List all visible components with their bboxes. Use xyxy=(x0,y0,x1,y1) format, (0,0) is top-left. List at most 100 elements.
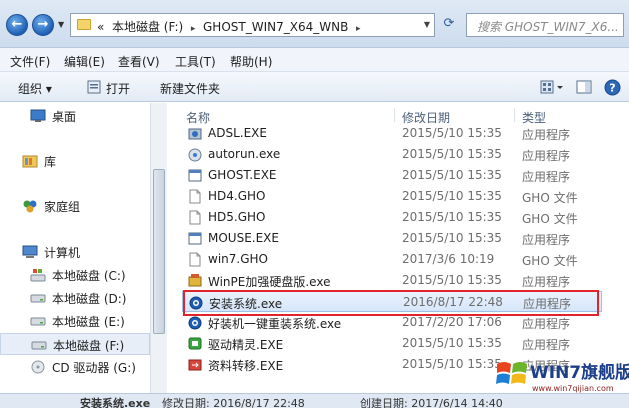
address-dropdown-icon[interactable]: ▼ xyxy=(424,20,430,29)
file-date: 2015/5/10 15:35 xyxy=(402,357,502,371)
preview-pane-icon[interactable] xyxy=(576,79,592,95)
file-type: 应用程序 xyxy=(522,275,571,289)
address-bar[interactable]: « 本地磁盘 (F:) ▸ GHOST_WIN7_X64_WNB ▸ ▼ xyxy=(70,13,435,37)
file-name: 驱动精灵.EXE xyxy=(208,338,284,352)
file-name: HD4.GHO xyxy=(208,189,266,203)
view-options-icon[interactable] xyxy=(540,79,566,95)
file-name: WinPE加强硬盘版.exe xyxy=(208,275,331,289)
sidebar-item-desktop[interactable]: 桌面 xyxy=(0,105,150,127)
file-type: GHO 文件 xyxy=(522,191,578,205)
column-divider[interactable] xyxy=(514,108,515,122)
hard-drive-icon xyxy=(30,294,46,303)
breadcrumb-current-folder[interactable]: GHOST_WIN7_X64_WNB xyxy=(203,20,348,34)
recent-pages-dropdown-icon[interactable]: ▼ xyxy=(58,20,64,29)
forward-button[interactable]: → xyxy=(32,14,54,36)
cd-drive-icon xyxy=(31,360,45,374)
file-date: 2015/5/10 15:35 xyxy=(402,168,502,182)
hard-drive-icon xyxy=(30,317,46,326)
file-name: GHOST.EXE xyxy=(208,168,277,182)
file-row[interactable]: HD4.GHO 2015/5/10 15:35 GHO 文件 xyxy=(182,186,602,207)
new-folder-button[interactable]: 新建文件夹 xyxy=(160,80,220,97)
address-row: ← → ▼ « 本地磁盘 (F:) ▸ GHOST_WIN7_X64_WNB ▸… xyxy=(0,0,629,48)
sidebar-item-drive-e[interactable]: 本地磁盘 (E:) xyxy=(0,310,150,332)
window-exe-icon xyxy=(188,169,202,182)
file-row[interactable]: HD5.GHO 2015/5/10 15:35 GHO 文件 xyxy=(182,207,602,228)
status-modified: 修改日期: 2016/8/17 22:48 xyxy=(162,397,305,408)
computer-icon xyxy=(22,245,38,258)
menu-tools[interactable]: 工具(T) xyxy=(175,53,216,70)
file-name: 好装机一键重装系统.exe xyxy=(208,317,342,331)
organize-button[interactable]: 组织 ▾ xyxy=(18,80,52,97)
help-icon[interactable]: ? xyxy=(604,79,621,96)
cd-exe-icon xyxy=(188,148,202,162)
transfer-exe-icon xyxy=(188,359,202,371)
blank-file-icon xyxy=(189,252,201,267)
breadcrumb-drive-f[interactable]: 本地磁盘 (F:) xyxy=(112,20,183,34)
file-name: win7.GHO xyxy=(208,252,268,266)
file-type: 应用程序 xyxy=(522,338,571,352)
file-date: 2015/5/10 15:35 xyxy=(402,336,502,350)
breadcrumb-overflow[interactable]: « xyxy=(97,20,104,34)
sidebar-item-drive-d[interactable]: 本地磁盘 (D:) xyxy=(0,287,150,309)
svg-text:?: ? xyxy=(609,82,615,95)
file-date: 2017/2/20 17:06 xyxy=(402,315,502,329)
file-date: 2015/5/10 15:35 xyxy=(402,210,502,224)
annotation-highlight-box xyxy=(183,290,599,316)
windows-logo-icon xyxy=(496,362,527,384)
refresh-button[interactable]: ⟳ xyxy=(438,13,460,37)
window-exe-icon xyxy=(188,232,202,245)
file-date: 2015/5/10 15:35 xyxy=(402,189,502,203)
library-icon xyxy=(22,155,38,168)
sidebar-item-drive-f[interactable]: 本地磁盘 (F:) xyxy=(0,333,150,355)
sidebar-item-homegroup[interactable]: 家庭组 xyxy=(0,195,150,217)
file-date: 2015/5/10 15:35 xyxy=(402,126,502,140)
install-exe-icon xyxy=(188,316,202,330)
column-divider[interactable] xyxy=(394,108,395,122)
file-date: 2015/5/10 15:35 xyxy=(402,147,502,161)
file-type: GHO 文件 xyxy=(522,212,578,226)
file-row[interactable]: WinPE加强硬盘版.exe 2015/5/10 15:35 应用程序 xyxy=(182,270,602,291)
file-type: 应用程序 xyxy=(522,149,571,163)
sidebar-item-drive-c[interactable]: 本地磁盘 (C:) xyxy=(0,264,150,286)
system-drive-icon xyxy=(30,269,46,282)
watermark-title: WIN7旗舰版 xyxy=(530,363,629,383)
file-type: GHO 文件 xyxy=(522,254,578,268)
file-name: 资料转移.EXE xyxy=(208,359,284,373)
menu-help[interactable]: 帮助(H) xyxy=(230,53,272,70)
blank-file-icon xyxy=(189,189,201,204)
menu-edit[interactable]: 编辑(E) xyxy=(64,53,105,70)
homegroup-icon xyxy=(23,200,37,213)
file-row[interactable]: win7.GHO 2017/3/6 10:19 GHO 文件 xyxy=(182,249,602,270)
network-exe-icon xyxy=(188,128,202,140)
sidebar-item-library[interactable]: 库 xyxy=(0,150,150,172)
file-name: autorun.exe xyxy=(208,147,281,161)
file-row[interactable]: MOUSE.EXE 2015/5/10 15:35 应用程序 xyxy=(182,228,602,249)
file-type: 应用程序 xyxy=(522,317,571,331)
watermark-url: www.win7qijian.com xyxy=(532,384,614,393)
tools-exe-icon xyxy=(188,274,202,287)
menu-file[interactable]: 文件(F) xyxy=(10,53,50,70)
file-type: 应用程序 xyxy=(522,170,571,184)
sidebar-item-computer[interactable]: 计算机 xyxy=(0,241,150,263)
command-bar: 组织 ▾ 打开 新建文件夹 ? xyxy=(0,72,629,102)
hard-drive-icon xyxy=(31,341,47,350)
breadcrumb-separator[interactable]: ▸ xyxy=(191,24,196,34)
sidebar-scrollbar-thumb[interactable] xyxy=(153,169,165,334)
file-name: HD5.GHO xyxy=(208,210,266,224)
file-row[interactable]: autorun.exe 2015/5/10 15:35 应用程序 xyxy=(182,144,602,165)
file-name: ADSL.EXE xyxy=(208,126,267,140)
file-type: 应用程序 xyxy=(522,128,571,142)
menu-view[interactable]: 查看(V) xyxy=(118,53,160,70)
sidebar-scrollbar[interactable] xyxy=(150,103,167,393)
sidebar-item-drive-g[interactable]: CD 驱动器 (G:) xyxy=(0,356,150,378)
file-row[interactable]: 驱动精灵.EXE 2015/5/10 15:35 应用程序 xyxy=(182,333,602,354)
breadcrumb-separator-end[interactable]: ▸ xyxy=(356,24,361,34)
status-file-name: 安装系统.exe xyxy=(80,397,151,408)
file-row[interactable]: GHOST.EXE 2015/5/10 15:35 应用程序 xyxy=(182,165,602,186)
status-created: 创建日期: 2017/6/14 14:40 xyxy=(360,397,503,408)
search-input[interactable]: 搜索 GHOST_WIN7_X6... xyxy=(466,13,624,37)
file-row[interactable]: ADSL.EXE 2015/5/10 15:35 应用程序 xyxy=(182,123,602,144)
back-button[interactable]: ← xyxy=(6,14,28,36)
blank-file-icon xyxy=(189,210,201,225)
open-button[interactable]: 打开 xyxy=(106,80,130,97)
